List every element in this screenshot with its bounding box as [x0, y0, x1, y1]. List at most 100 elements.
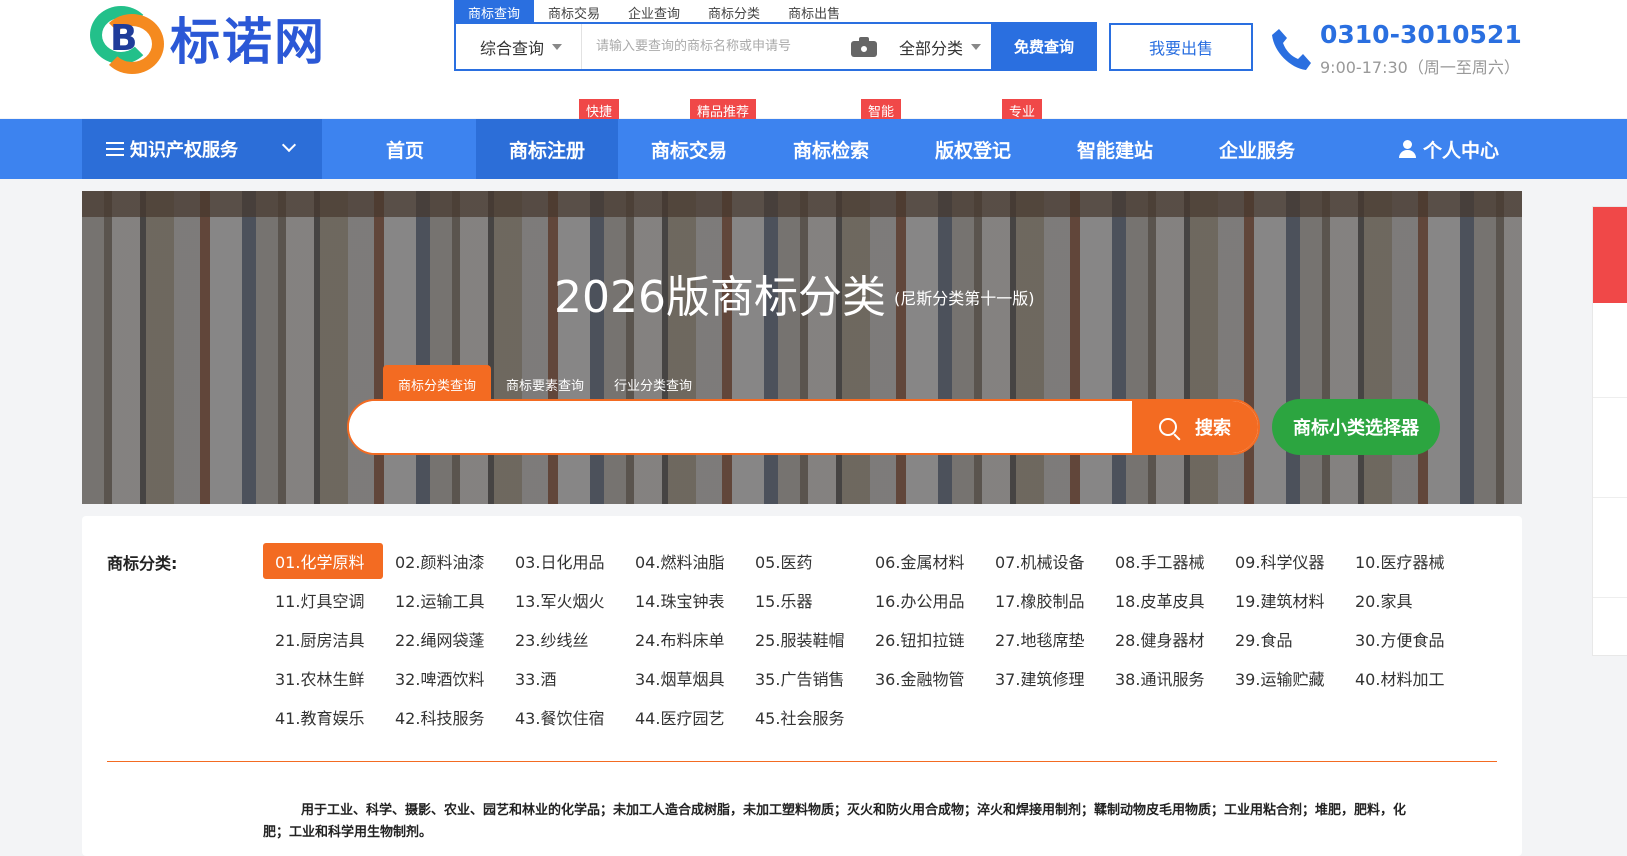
nav-home[interactable]: 首页	[330, 119, 480, 179]
tab-industry-query[interactable]: 行业分类查询	[599, 365, 707, 399]
class-item[interactable]: 10.医疗器械	[1343, 543, 1463, 579]
camera-icon[interactable]	[850, 36, 877, 57]
class-item[interactable]: 01.化学原料	[263, 543, 383, 579]
class-item[interactable]: 02.颜料油漆	[383, 543, 503, 579]
class-item[interactable]: 30.方便食品	[1343, 621, 1463, 657]
class-item[interactable]: 08.手工器械	[1103, 543, 1223, 579]
hero-banner: 2026版商标分类 (尼斯分类第十一版) 商标分类查询 商标要素查询 行业分类查…	[82, 191, 1522, 504]
class-item[interactable]: 04.燃料油脂	[623, 543, 743, 579]
ipr-services-label: 知识产权服务	[130, 140, 238, 161]
class-item[interactable]: 39.运输贮藏	[1223, 660, 1343, 696]
search-tab-company-query[interactable]: 企业查询	[614, 0, 694, 22]
free-search-button[interactable]: 免费查询	[991, 22, 1097, 71]
class-item[interactable]: 27.地毯席垫	[983, 621, 1103, 657]
logo-letter: B	[110, 18, 138, 59]
class-item[interactable]: 40.材料加工	[1343, 660, 1463, 696]
class-item[interactable]: 12.运输工具	[383, 582, 503, 618]
class-item[interactable]: 06.金属材料	[863, 543, 983, 579]
class-item[interactable]: 32.啤酒饮料	[383, 660, 503, 696]
sell-button[interactable]: 我要出售	[1109, 23, 1253, 71]
badge-quick: 快捷	[579, 99, 620, 127]
badge-professional: 专业	[1002, 99, 1043, 127]
nav-enterprise-services[interactable]: 企业服务	[1186, 119, 1328, 179]
subclass-selector-button[interactable]: 商标小类选择器	[1272, 399, 1440, 455]
class-item[interactable]: 29.食品	[1223, 621, 1343, 657]
class-item[interactable]: 34.烟草烟具	[623, 660, 743, 696]
class-item[interactable]: 23.纱线丝	[503, 621, 623, 657]
tab-element-query[interactable]: 商标要素查询	[491, 365, 599, 399]
ipr-services-menu[interactable]: 知识产权服务	[82, 119, 322, 179]
nav-trademark-trade[interactable]: 商标交易	[618, 119, 760, 179]
search-type-select[interactable]: 综合查询	[456, 24, 582, 69]
right-float-toolbar	[1592, 206, 1627, 656]
class-item[interactable]: 24.布料床单	[623, 621, 743, 657]
divider	[107, 761, 1497, 762]
float-consult-button[interactable]	[1593, 207, 1627, 303]
class-item[interactable]: 42.科技服务	[383, 699, 503, 735]
search-input[interactable]	[582, 24, 851, 69]
banner-search-input[interactable]	[349, 401, 1132, 453]
main-nav: 知识产权服务 首页 商标注册 商标交易 商标检索 版权登记 智能建站 企业服务 …	[0, 119, 1627, 179]
classification-label: 商标分类:	[107, 554, 178, 573]
site-header: B 标诺网 商标查询 商标交易 企业查询 商标分类 商标出售 综合查询 全部分类…	[0, 0, 1627, 118]
class-item[interactable]: 07.机械设备	[983, 543, 1103, 579]
class-item[interactable]: 16.办公用品	[863, 582, 983, 618]
search-tabs: 商标查询 商标交易 企业查询 商标分类 商标出售	[454, 0, 854, 22]
category-select[interactable]: 全部分类	[893, 24, 991, 69]
class-item[interactable]: 17.橡胶制品	[983, 582, 1103, 618]
user-icon	[1398, 140, 1416, 158]
class-item[interactable]: 38.通讯服务	[1103, 660, 1223, 696]
class-item[interactable]: 25.服装鞋帽	[743, 621, 863, 657]
nav-trademark-search[interactable]: 商标检索	[760, 119, 902, 179]
menu-icon	[106, 141, 124, 157]
phone-number: 0310-3010521	[1320, 20, 1522, 49]
tab-class-query[interactable]: 商标分类查询	[383, 365, 492, 399]
class-item[interactable]: 20.家具	[1343, 582, 1463, 618]
class-item[interactable]: 13.军火烟火	[503, 582, 623, 618]
search-tab-trademark-trade[interactable]: 商标交易	[534, 0, 614, 22]
banner-search-box: 搜索	[347, 399, 1260, 455]
search-tab-trademark-class[interactable]: 商标分类	[694, 0, 774, 22]
class-item[interactable]: 41.教育娱乐	[263, 699, 383, 735]
nav-copyright-registration[interactable]: 版权登记	[902, 119, 1044, 179]
class-item[interactable]: 45.社会服务	[743, 699, 863, 735]
class-item[interactable]: 43.餐饮住宿	[503, 699, 623, 735]
chevron-down-icon	[552, 43, 563, 50]
nav-personal-center[interactable]: 个人中心	[1384, 119, 1514, 179]
logo-mark-icon: B	[88, 2, 164, 74]
search-tab-trademark-query[interactable]: 商标查询	[454, 0, 535, 22]
class-item[interactable]: 19.建筑材料	[1223, 582, 1343, 618]
search-tab-trademark-sale[interactable]: 商标出售	[774, 0, 854, 22]
class-item[interactable]: 33.酒	[503, 660, 623, 696]
chevron-down-icon	[281, 137, 297, 153]
class-item[interactable]: 37.建筑修理	[983, 660, 1103, 696]
category-select-label: 全部分类	[898, 38, 963, 58]
header-search-box: 综合查询 全部分类 免费查询	[454, 22, 1097, 71]
nav-smart-website[interactable]: 智能建站	[1044, 119, 1186, 179]
class-item[interactable]: 28.健身器材	[1103, 621, 1223, 657]
search-icon	[1159, 418, 1177, 436]
class-item[interactable]: 35.广告销售	[743, 660, 863, 696]
class-item[interactable]: 44.医疗园艺	[623, 699, 743, 735]
class-item[interactable]: 05.医药	[743, 543, 863, 579]
class-item[interactable]: 21.厨房洁具	[263, 621, 383, 657]
nav-trademark-registration[interactable]: 商标注册	[476, 119, 618, 179]
class-item[interactable]: 36.金融物管	[863, 660, 983, 696]
banner-search-button[interactable]: 搜索	[1132, 401, 1258, 453]
class-item[interactable]: 26.钮扣拉链	[863, 621, 983, 657]
class-item[interactable]: 03.日化用品	[503, 543, 623, 579]
class-item[interactable]: 09.科学仪器	[1223, 543, 1343, 579]
badge-smart: 智能	[861, 99, 902, 127]
class-item[interactable]: 14.珠宝钟表	[623, 582, 743, 618]
class-item[interactable]: 11.灯具空调	[263, 582, 383, 618]
banner-search-label: 搜索	[1195, 418, 1231, 439]
chevron-down-icon	[971, 43, 981, 50]
site-logo[interactable]: B 标诺网	[88, 2, 326, 74]
class-item[interactable]: 31.农林生鲜	[263, 660, 383, 696]
classification-panel: 商标分类: 01.化学原料 02.颜料油漆 03.日化用品 04.燃料油脂 05.医药 0…	[82, 516, 1522, 856]
class-item[interactable]: 18.皮革皮具	[1103, 582, 1223, 618]
banner-search-tabs: 商标分类查询 商标要素查询 行业分类查询	[383, 365, 707, 399]
class-item[interactable]: 22.绳网袋蓬	[383, 621, 503, 657]
search-type-label: 综合查询	[480, 38, 545, 58]
class-item[interactable]: 15.乐器	[743, 582, 863, 618]
